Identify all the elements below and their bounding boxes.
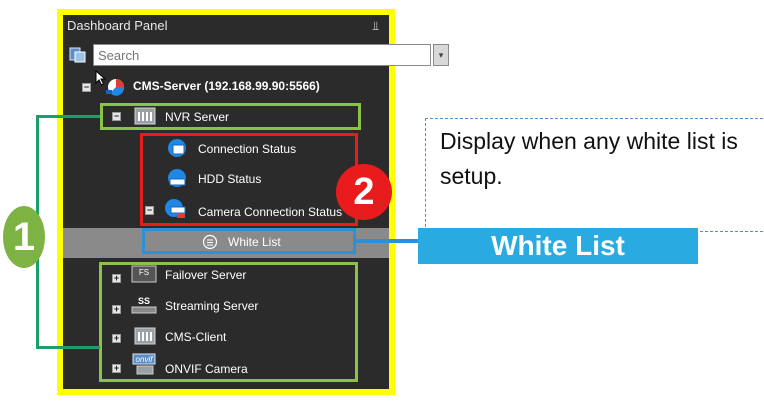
tree-node-cms-server[interactable]: CMS-Server (192.168.99.90:5566) <box>133 79 320 93</box>
camera-status-collapse-toggle[interactable]: − <box>145 206 154 215</box>
tree-node-hdd-status[interactable]: HDD Status <box>198 172 261 186</box>
tree-node-onvif-camera[interactable]: ONVIF Camera <box>165 362 248 376</box>
cms-server-icon <box>106 79 125 96</box>
streaming-server-icon: SS <box>131 296 157 314</box>
camera-connection-status-icon <box>165 199 186 218</box>
tree-node-streaming-server[interactable]: Streaming Server <box>165 299 258 313</box>
white-list-connector <box>356 239 418 243</box>
streaming-icon-text: SS <box>138 296 150 306</box>
onvif-icon-text: onvif <box>136 355 154 364</box>
cms-client-expand-toggle[interactable]: + <box>112 334 121 343</box>
cms-client-icon <box>134 327 156 345</box>
panel-title: Dashboard Panel <box>67 18 168 33</box>
panel-titlebar: Dashboard Panel ⫫ <box>63 15 389 37</box>
white-list-label: White List <box>418 228 698 264</box>
nvr-server-icon <box>134 107 156 125</box>
connection-status-icon <box>168 139 186 157</box>
marker-one: 1 <box>3 206 45 268</box>
search-input[interactable] <box>93 44 431 66</box>
tree-node-cms-client[interactable]: CMS-Client <box>165 330 226 344</box>
search-icon[interactable] <box>69 46 87 64</box>
hdd-status-icon <box>168 169 186 187</box>
pin-icon[interactable]: ⫫ <box>372 15 379 37</box>
tree-node-nvr-server[interactable]: NVR Server <box>165 110 229 124</box>
root-collapse-toggle[interactable]: − <box>82 83 91 92</box>
tree-node-failover-server[interactable]: Failover Server <box>165 268 246 282</box>
group-bracket <box>36 115 100 349</box>
marker-two: 2 <box>336 164 392 220</box>
failover-server-icon: FS <box>131 265 157 283</box>
streaming-expand-toggle[interactable]: + <box>112 305 121 314</box>
search-row: ▾ <box>63 44 449 68</box>
failover-expand-toggle[interactable]: + <box>112 274 121 283</box>
onvif-expand-toggle[interactable]: + <box>112 364 121 373</box>
tree-node-white-list[interactable]: White List <box>228 235 281 249</box>
search-dropdown-button[interactable]: ▾ <box>433 44 449 66</box>
callout-text: Display when any white list is setup. <box>440 128 738 189</box>
white-list-icon <box>202 234 218 250</box>
onvif-camera-icon: onvif <box>132 353 156 375</box>
nvr-collapse-toggle[interactable]: − <box>112 112 121 121</box>
tree-node-camera-connection-status[interactable]: Camera Connection Status <box>198 205 342 219</box>
tree-node-connection-status[interactable]: Connection Status <box>198 142 296 156</box>
failover-icon-text: FS <box>139 268 149 277</box>
